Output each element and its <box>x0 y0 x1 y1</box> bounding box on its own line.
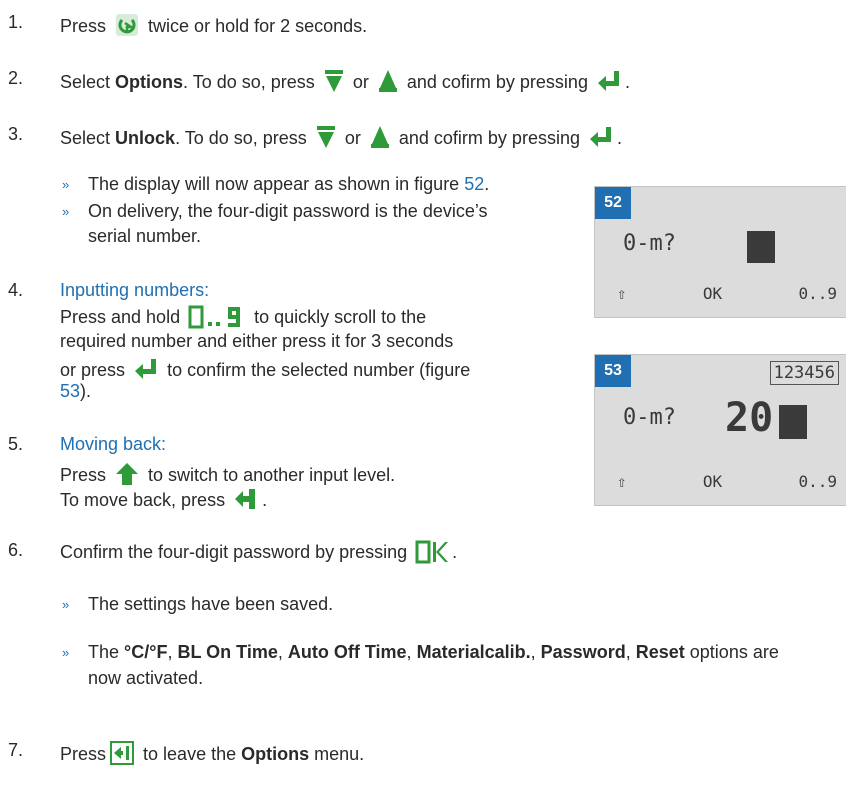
key-question-icon: 0-m? <box>623 231 676 256</box>
ok-icon <box>415 540 449 569</box>
step-heading: Moving back: <box>60 434 167 454</box>
figure-52-display: 52 0-m? ⇧ OK 0..9 <box>594 186 846 318</box>
down-arrow-icon <box>315 124 337 155</box>
step-text: or press to confirm the selected number … <box>60 356 470 387</box>
bullet-text: serial number. <box>88 226 202 246</box>
step-number: 1. <box>8 12 24 32</box>
key-question-icon: 0-m? <box>623 405 676 430</box>
shift-softkey: ⇧ <box>617 284 627 303</box>
up-arrow-icon <box>369 124 391 155</box>
ok-softkey: OK <box>702 284 723 303</box>
step-text: required number and either press it for … <box>60 331 454 351</box>
step-text: Select Unlock. To do so, press or and co… <box>60 124 622 155</box>
figure-link[interactable]: 53 <box>60 381 80 401</box>
figure-link[interactable]: 52 <box>464 174 484 194</box>
bullet-text: The settings have been saved. <box>88 594 334 614</box>
digit-range-icon <box>188 305 246 334</box>
bullet-marker: » <box>62 177 70 192</box>
step-text: Confirm the four-digit password by press… <box>60 540 457 569</box>
softkey-bar: ⇧ OK 0..9 <box>617 284 837 303</box>
step-number: 6. <box>8 540 24 560</box>
power-mode-icon <box>114 12 140 43</box>
serial-number: 123456 <box>769 361 839 385</box>
input-cursor <box>779 405 807 439</box>
bullet-marker: » <box>62 645 70 660</box>
figure-label: 53 <box>595 355 631 387</box>
shift-softkey: ⇧ <box>617 472 627 491</box>
bullet-text: now activated. <box>88 668 204 688</box>
softkey-bar: ⇧ OK 0..9 <box>617 472 837 491</box>
bullet-marker: » <box>62 597 70 612</box>
figure-label: 52 <box>595 187 631 219</box>
step-text: Press twice or hold for 2 seconds. <box>60 12 367 43</box>
enter-icon <box>588 124 614 155</box>
bullet-text: The °C/°F, BL On Time, Auto Off Time, Ma… <box>88 642 779 662</box>
down-arrow-icon <box>323 68 345 99</box>
digits-softkey: 0..9 <box>798 472 837 491</box>
step-number: 2. <box>8 68 24 88</box>
digits-softkey: 0..9 <box>798 284 837 303</box>
step-number: 4. <box>8 280 24 300</box>
step-text: Select Options. To do so, press or and c… <box>60 68 630 99</box>
backspace-icon <box>233 486 259 517</box>
input-cursor <box>747 231 775 263</box>
step-text: Press to leave the Options menu. <box>60 740 364 771</box>
step-number: 5. <box>8 434 24 454</box>
enter-icon <box>596 68 622 99</box>
entered-digits: 20 <box>725 395 774 441</box>
step-number: 7. <box>8 740 24 760</box>
step-text: To move back, press . <box>60 486 267 517</box>
step-text: Press and hold to quickly scroll to the <box>60 305 426 334</box>
step-number: 3. <box>8 124 24 144</box>
enter-icon <box>133 356 159 387</box>
up-arrow-icon <box>377 68 399 99</box>
exit-icon <box>109 740 135 771</box>
bullet-text: The display will now appear as shown in … <box>88 174 490 194</box>
ok-softkey: OK <box>702 472 723 491</box>
step-heading: Inputting numbers: <box>60 280 210 300</box>
step-text: 53). <box>60 381 92 401</box>
bullet-text: On delivery, the four-digit password is … <box>88 201 488 221</box>
figure-53-display: 53 123456 0-m? 20 ⇧ OK 0..9 <box>594 354 846 506</box>
bullet-marker: » <box>62 204 70 219</box>
